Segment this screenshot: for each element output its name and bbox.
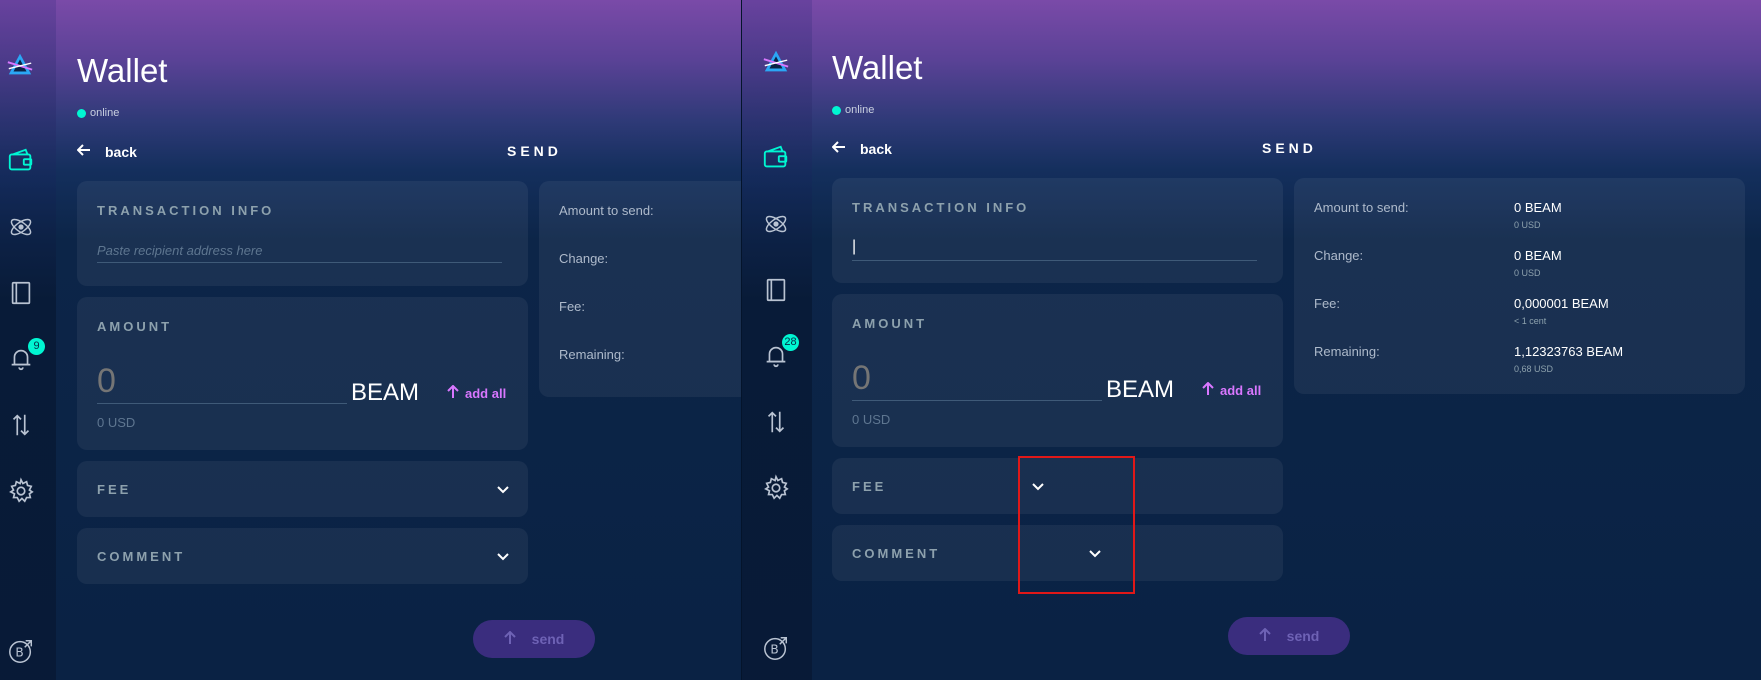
back-button[interactable]: back [76, 143, 137, 160]
transaction-info-label: TRANSACTION INFO [852, 200, 1030, 215]
chevron-down-icon[interactable] [495, 548, 511, 564]
transaction-info-card: TRANSACTION INFO [77, 181, 528, 286]
send-label: send [531, 631, 565, 647]
summary-remaining-label: Remaining: [1314, 344, 1380, 359]
comment-card[interactable]: COMMENT [77, 528, 528, 584]
amount-input[interactable] [97, 359, 347, 404]
left-screenshot: 9 B Wallet online back SEND TRANSACTION … [0, 0, 741, 680]
wallet-icon[interactable] [761, 143, 791, 173]
annotation-highlight-box [1018, 456, 1135, 594]
comment-label: COMMENT [97, 549, 186, 564]
amount-input[interactable] [852, 356, 1102, 401]
beam-logo-icon[interactable] [5, 50, 35, 80]
chevron-down-icon[interactable] [495, 481, 511, 497]
amount-usd: 0 USD [852, 412, 891, 427]
send-button[interactable]: send [1228, 617, 1350, 655]
send-heading: SEND [1262, 140, 1317, 156]
beam-external-icon[interactable]: B [761, 633, 791, 663]
atom-icon[interactable] [6, 212, 36, 242]
svg-text:B: B [770, 643, 778, 657]
summary-card: Amount to send: 0 BEAM 0 USD Change: 0 B… [1294, 178, 1745, 394]
connection-status: online [832, 104, 874, 116]
summary-change-value: 0 BEAM [1514, 248, 1562, 263]
beam-external-icon[interactable]: B [6, 636, 36, 666]
right-screenshot: 28 B Wallet online back SEND TRANSACTION… [742, 0, 1761, 680]
back-label: back [105, 143, 137, 160]
add-all-label: add all [465, 386, 507, 401]
comment-label: COMMENT [852, 546, 941, 561]
summary-fee-label: Fee: [1314, 296, 1341, 311]
fee-card[interactable]: FEE [77, 461, 528, 517]
summary-amount-usd: 0 USD [1514, 220, 1541, 230]
notification-badge: 28 [782, 334, 799, 351]
send-label: send [1286, 628, 1320, 644]
status-text: online [90, 107, 120, 119]
arrow-left-icon [76, 143, 91, 160]
notification-badge: 9 [28, 338, 45, 355]
add-all-button[interactable]: add all [1202, 381, 1262, 399]
wallet-icon[interactable] [6, 146, 36, 176]
recipient-address-input[interactable]: | [852, 238, 1257, 261]
summary-amount-label: Amount to send: [559, 203, 654, 218]
transfer-arrows-icon[interactable] [6, 410, 36, 440]
address-book-icon[interactable] [6, 278, 36, 308]
status-dot-icon [77, 108, 86, 118]
summary-remaining-usd: 0,68 USD [1514, 364, 1554, 374]
connection-status: online [77, 107, 119, 119]
beam-logo-icon[interactable] [761, 47, 791, 77]
fee-label: FEE [852, 479, 887, 494]
address-book-icon[interactable] [761, 275, 791, 305]
currency-label: BEAM [351, 379, 420, 406]
summary-change-label: Change: [559, 251, 609, 266]
summary-fee-label: Fee: [559, 299, 586, 314]
summary-remaining-label: Remaining: [559, 347, 625, 362]
arrow-left-icon [831, 140, 846, 157]
fee-label: FEE [97, 482, 132, 497]
amount-label: AMOUNT [97, 319, 173, 334]
summary-fee-usd: < 1 cent [1514, 316, 1547, 326]
page-title: Wallet [832, 49, 923, 86]
summary-fee-value: 0,000001 BEAM [1514, 296, 1609, 311]
sidebar: 28 B [742, 0, 812, 680]
atom-icon[interactable] [761, 209, 791, 239]
transaction-info-card: TRANSACTION INFO | [832, 178, 1283, 283]
sidebar: 9 B [0, 0, 56, 680]
back-label: back [860, 140, 892, 157]
add-all-button[interactable]: add all [447, 384, 507, 402]
summary-remaining-value: 1,12323763 BEAM [1514, 344, 1624, 359]
arrow-up-icon [1202, 381, 1214, 399]
transfer-arrows-icon[interactable] [761, 407, 791, 437]
transaction-info-label: TRANSACTION INFO [97, 203, 275, 218]
summary-change-usd: 0 USD [1514, 268, 1541, 278]
currency-label: BEAM [1106, 376, 1175, 403]
summary-amount-label: Amount to send: [1314, 200, 1409, 215]
amount-card: AMOUNT BEAM add all 0 USD [77, 297, 528, 450]
page-title: Wallet [77, 52, 168, 89]
gear-icon[interactable] [761, 473, 791, 503]
arrow-up-icon [1258, 627, 1271, 645]
summary-amount-value: 0 BEAM [1514, 200, 1562, 215]
amount-card: AMOUNT BEAM add all 0 USD [832, 294, 1283, 447]
gear-icon[interactable] [6, 476, 36, 506]
amount-label: AMOUNT [852, 316, 928, 331]
arrow-up-icon [447, 384, 459, 402]
add-all-label: add all [1220, 383, 1262, 398]
send-button[interactable]: send [473, 620, 595, 658]
arrow-up-icon [503, 630, 516, 648]
status-dot-icon [832, 105, 841, 115]
summary-change-label: Change: [1314, 248, 1364, 263]
amount-usd: 0 USD [97, 415, 136, 430]
summary-card: Amount to send: Change: Fee: Remaining: [539, 181, 741, 397]
back-button[interactable]: back [831, 140, 892, 157]
svg-text:B: B [15, 646, 23, 660]
send-heading: SEND [507, 143, 562, 159]
status-text: online [845, 104, 875, 116]
recipient-address-input[interactable] [97, 243, 502, 263]
